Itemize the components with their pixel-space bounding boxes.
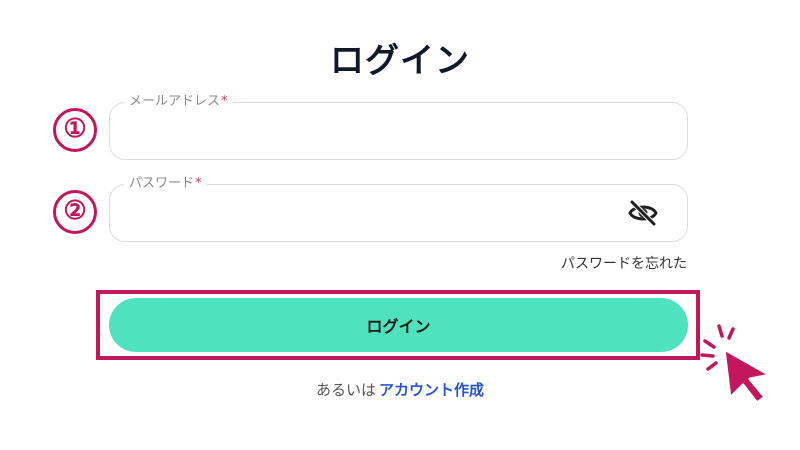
step-marker-2: ② [53,190,97,234]
password-label-text: パスワード [129,176,195,191]
signup-line: あるいは アカウント作成 [0,379,800,400]
login-page: ログイン ① メールアドレス* ② パスワード* パスワードを忘れた ログイン … [0,0,800,450]
signup-prefix: あるいは [315,381,376,399]
page-title: ログイン [330,41,470,81]
required-mark: * [221,94,228,109]
eye-slash-icon[interactable] [627,199,659,227]
password-field[interactable]: パスワード* [109,175,688,242]
email-field-label: メールアドレス* [124,93,233,111]
forgot-password-link[interactable]: パスワードを忘れた [561,253,687,273]
login-button[interactable]: ログイン [109,298,688,352]
password-field-label: パスワード* [124,175,207,193]
required-mark: * [195,176,202,191]
pointer-cursor-icon [700,324,772,404]
password-input[interactable] [128,199,612,229]
step-marker-1: ① [53,108,97,152]
email-input[interactable] [128,117,612,147]
email-field[interactable]: メールアドレス* [109,93,688,160]
create-account-link[interactable]: アカウント作成 [379,381,484,399]
email-label-text: メールアドレス [129,94,221,109]
